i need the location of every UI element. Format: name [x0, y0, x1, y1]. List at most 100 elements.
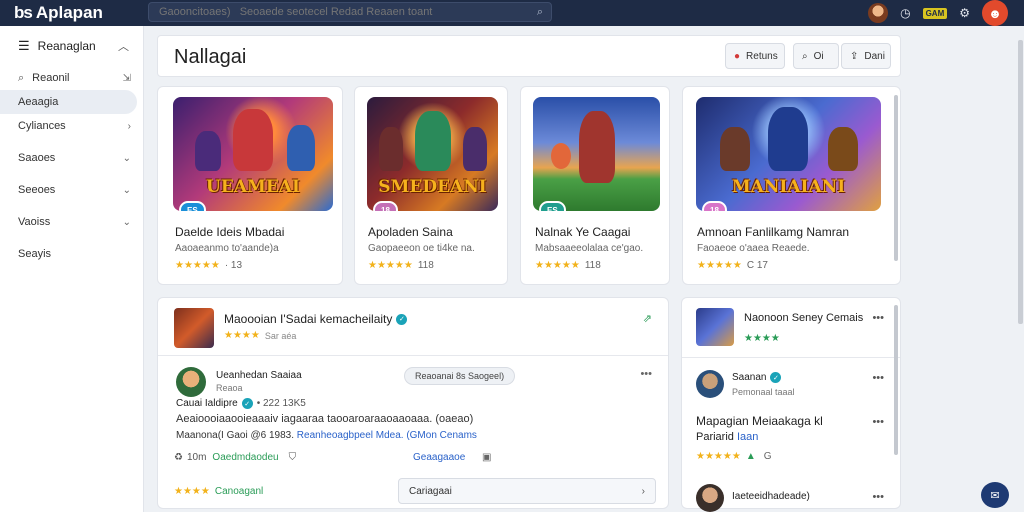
right-panel-header: Naonoon Seney Cemais ★★★★ ••• — [682, 298, 900, 358]
post-title-row: Cauai Ialdipre ✓ • 222 13K5 — [176, 398, 306, 409]
more-options-icon[interactable]: ••• — [872, 312, 884, 324]
avatar[interactable] — [176, 367, 206, 397]
star-rating-icon: ★★★★ — [744, 333, 780, 344]
sidebar-item-cyliances[interactable]: Cyliances › — [0, 114, 143, 138]
verified-icon: ✓ — [241, 398, 253, 409]
sidebar-item-saaoes[interactable]: Saaoes ⌄ — [0, 146, 143, 170]
logo-text: Aplapan — [35, 3, 103, 22]
age-rating-badge: ES — [179, 201, 206, 211]
game-art[interactable]: SMEDEANI 18 — [367, 97, 498, 211]
sidebar-item-seeoes[interactable]: Seeoes ⌄ — [0, 178, 143, 202]
age-rating-badge: 18 — [373, 201, 398, 211]
chat-fab-button[interactable]: ✉ — [981, 482, 1009, 508]
share-icon: ⇪ — [850, 50, 859, 62]
star-rating-icon: ★★★★★ — [697, 260, 742, 271]
menu-icon[interactable]: ☰ — [18, 38, 30, 54]
search-icon[interactable]: ⌕ — [537, 6, 543, 19]
search-bar[interactable]: ⌕ — [148, 2, 552, 22]
like-icon[interactable]: ♻ — [174, 452, 183, 463]
feed-footer-link[interactable]: Canoaganl — [215, 486, 263, 497]
like-count: 10m — [186, 452, 207, 463]
star-rating-icon: ★★★★ — [224, 330, 260, 341]
enemy-figure — [379, 127, 403, 171]
game-title[interactable]: Nalnak Ye Caagai — [535, 225, 630, 239]
hero-figure — [768, 107, 808, 171]
game-art[interactable]: UEAMEAI ES — [173, 97, 333, 211]
search-input[interactable] — [159, 6, 519, 18]
comment-placeholder: Cariagaai — [409, 485, 452, 497]
rating-count: 118 — [417, 260, 434, 271]
feed-meta-text: Sar aéa — [264, 330, 297, 341]
expand-icon[interactable]: ⇗ — [643, 312, 652, 325]
post-tag-chip[interactable]: Reaoanai 8s Saogeel) — [404, 367, 516, 385]
game-rating: ★★★★★ · 13 — [175, 260, 242, 271]
settings-icon[interactable]: ⚙ — [959, 6, 970, 20]
game-art[interactable]: ES — [533, 97, 660, 211]
game-card[interactable]: SMEDEANI 18 Apoladen Saina Gaopaeeon oe … — [354, 86, 508, 285]
game-card[interactable]: MANIAIANI 18 Amnoan Fanlilkamg Namran Fa… — [682, 86, 901, 285]
sidebar-item-seayis[interactable]: Seayis — [0, 242, 143, 266]
app-logo[interactable]: bs Aplapan — [14, 3, 144, 23]
age-rating-badge: ES — [539, 201, 566, 211]
post-title: Cauai Ialdipre — [176, 398, 238, 409]
search-button[interactable]: ⌕ Oi — [793, 43, 839, 69]
chevron-up-icon[interactable]: ︿ — [118, 38, 129, 54]
more-options-icon[interactable]: ••• — [872, 372, 884, 384]
post-author[interactable]: Ueanhedan Saaiaa — [216, 370, 302, 381]
user-name-text: Saanan — [732, 372, 767, 383]
verified-icon: ✓ — [770, 372, 782, 383]
bookmark-icon[interactable]: ▣ — [482, 452, 491, 463]
avatar[interactable] — [696, 370, 724, 398]
more-options-icon[interactable]: ••• — [872, 416, 884, 428]
send-icon[interactable]: › — [642, 486, 645, 497]
sidebar-item-label: Seayis — [18, 248, 52, 260]
game-card[interactable]: ES Nalnak Ye Caagai Mabsaaeeolalaa ce'ga… — [520, 86, 670, 285]
scrollbar[interactable] — [894, 305, 898, 455]
profile-button[interactable]: ☻ — [982, 0, 1008, 26]
search-icon: ⌕ — [802, 50, 808, 62]
user-avatar[interactable] — [868, 3, 889, 23]
return-button[interactable]: ● Retuns — [725, 43, 785, 69]
game-card[interactable]: UEAMEAI ES Daelde Ideis Mbadai Aaoaeanmo… — [157, 86, 343, 285]
user-name[interactable]: Saanan ✓ — [732, 372, 782, 383]
share-button[interactable]: ⇪ Dani — [841, 43, 891, 69]
user-name[interactable]: Iaeteeidhadeade) — [732, 491, 810, 502]
right-panel-title[interactable]: Naonoon Seney Cemais — [744, 312, 863, 324]
comment-input[interactable]: Cariagaai › — [398, 478, 656, 504]
page-scrollbar[interactable] — [1018, 40, 1023, 324]
game-title[interactable]: Apoladen Saina — [368, 225, 453, 239]
ally-figure — [195, 131, 221, 171]
gam-badge[interactable]: GAM — [922, 7, 948, 19]
post-subtitle-link[interactable]: Iaan — [737, 431, 758, 443]
share-link[interactable]: Geaagaaoe — [413, 452, 465, 463]
game-thumbnail[interactable] — [696, 308, 734, 346]
game-title[interactable]: Daelde Ideis Mbadai — [175, 225, 284, 239]
feed-header: Maoooian I'Sadai kemacheilaity ✓ ★★★★ Sa… — [158, 298, 668, 356]
sidebar-item-label: Vaoiss — [18, 216, 51, 228]
sidebar-header[interactable]: ☰ Reanaglan ︿ — [0, 26, 143, 66]
action-link[interactable]: Oaedmdaodeu — [212, 452, 278, 463]
scrollbar[interactable] — [894, 95, 898, 261]
fireball-figure — [551, 143, 571, 169]
post-title[interactable]: Mapagian Meiaakaga kl — [696, 414, 823, 428]
sidebar-item-reaonil[interactable]: ⌕ Reaonil ⇲ — [0, 66, 143, 90]
help-icon[interactable]: ◷ — [900, 6, 910, 20]
feed-title[interactable]: Maoooian I'Sadai kemacheilaity ✓ — [224, 312, 408, 326]
feed-thumbnail[interactable] — [174, 308, 214, 348]
ally-figure — [828, 127, 858, 171]
post-link[interactable]: Reanheoagbpeel Mdea. (GMon Cenams — [297, 430, 477, 441]
more-options-icon[interactable]: ••• — [872, 491, 884, 503]
sidebar-item-vaoiss[interactable]: Vaoiss ⌄ — [0, 210, 143, 234]
sidebar-item-label: Aeaagia — [18, 96, 59, 108]
sidebar-item-aeaagia[interactable]: Aeaagia — [0, 90, 137, 114]
record-icon: ● — [734, 50, 741, 62]
game-title[interactable]: Amnoan Fanlilkamg Namran — [697, 225, 849, 239]
share-button-label: Dani — [864, 50, 885, 62]
chat-icon: ✉ — [990, 489, 1000, 502]
page-title: Nallagai — [174, 46, 247, 68]
more-options-icon[interactable]: ••• — [640, 368, 652, 380]
game-art[interactable]: MANIAIANI 18 — [696, 97, 881, 211]
shield-icon[interactable]: ⛉ — [289, 452, 297, 463]
avatar[interactable] — [696, 484, 724, 512]
post-subtitle: Pariarid Iaan — [696, 431, 758, 443]
